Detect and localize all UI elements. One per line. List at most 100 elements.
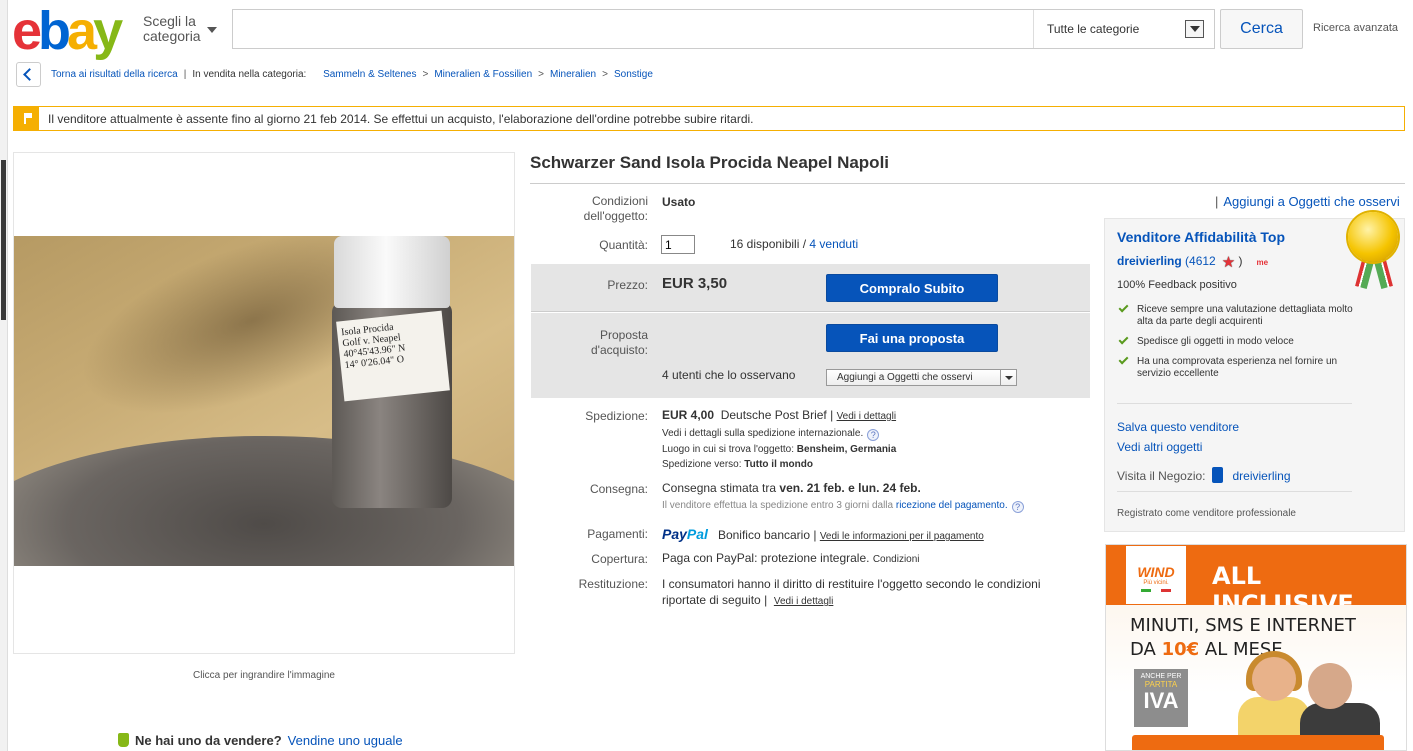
delivery-estimate: Consegna stimata tra ven. 21 feb. e lun.… [662,481,921,495]
store-icon [1211,467,1223,483]
shipping-line: EUR 4,00 Deutsche Post Brief | Vedi i de… [662,408,897,422]
coverage-label: Copertura: [591,552,648,566]
sell-similar-link[interactable]: Vendine uno uguale [288,733,403,748]
category-button-line1: Scegli la [143,13,196,29]
jar-label: Isola Procida Golf v. Neapel 40°45'43.96… [336,310,450,402]
ebay-logo[interactable]: ebay [12,4,123,58]
image-caption: Clicca per ingrandire l'immagine [193,670,335,681]
sold-link[interactable]: 4 venduti [809,237,858,251]
other-items-link[interactable]: Vedi altri oggetti [1117,440,1202,454]
ships-to: Spedizione verso: Tutto il mondo [662,459,813,470]
window-left-edge [0,0,8,751]
star-icon: ★ [1221,254,1236,271]
back-to-results-link[interactable]: Torna ai risultati della ricerca [51,69,178,80]
list-item: Ha una comprovata esperienza nel fornire… [1117,354,1357,380]
watchers-count: 4 utenti che lo osservano [662,368,796,382]
payment-methods: PayPal Bonifico bancario | Vedi le infor… [662,526,984,542]
search-button[interactable]: Cerca [1220,9,1303,49]
quantity-label: Quantità: [599,238,648,252]
list-item: Riceve sempre una valutazione dettagliat… [1117,302,1357,328]
category-select-value: Tutte le categorie [1047,22,1140,36]
international-shipping: Vedi i dettagli sulla spedizione interna… [662,428,880,441]
ad-cta-button[interactable] [1132,735,1384,750]
coverage-conditions-link[interactable]: Condizioni [873,554,920,565]
offer-label: Proposta d'acquisto: [591,328,648,357]
returns-details-link[interactable]: Vedi i dettagli [774,596,834,607]
paypal-logo: PayPal [662,526,708,542]
payment-receipt-link[interactable]: ricezione del pagamento. [896,500,1008,511]
ad-people-image [1236,651,1396,747]
divider [1117,403,1352,404]
ad-badge: ANCHE PER PARTITA IVA [1134,669,1188,727]
divider [1117,491,1352,492]
breadcrumb-prefix: In vendita nella categoria: [192,69,307,80]
professional-seller-note: Registrato come venditore professionale [1117,508,1296,519]
returns-label: Restituzione: [578,577,648,591]
seller-highlights: Riceve sempre una valutazione dettagliat… [1117,302,1357,388]
advertisement[interactable]: WIND Più vicini. ALL INCLUSIVE MINUTI, SM… [1105,544,1407,751]
scrollbar-thumb[interactable] [1,160,6,320]
make-offer-button[interactable]: Fai una proposta [826,324,998,352]
shipping-label: Spedizione: [585,409,648,423]
list-item: Spedisce gli oggetti in modo veloce [1117,334,1357,348]
returns-value: I consumatori hanno il diritto di restit… [662,577,1041,607]
positive-feedback: 100% Feedback positivo [1117,279,1237,291]
save-seller-link[interactable]: Salva questo venditore [1117,420,1239,434]
divider [530,183,1405,184]
shipping-service: Deutsche Post Brief [720,408,827,422]
top-rated-medal-icon [1345,212,1401,292]
watch-link-row: | Aggiungi a Oggetti che osservi [1215,194,1400,209]
category-select[interactable]: Tutte le categorie [1033,10,1214,48]
price-value: EUR 3,50 [662,275,728,292]
seller-name-row: dreivierling (4612 ★ ) me [1117,254,1269,271]
delivery-note: Il venditore effettua la spedizione entr… [662,500,1024,513]
item-location: Luogo in cui si trova l'oggetto: Benshei… [662,444,897,455]
coverage-value: Paga con PayPal: protezione integrale. C… [662,551,920,565]
breadcrumb-item-sammeln[interactable]: Sammeln & Seltenes [323,69,416,80]
add-to-watchlist-link[interactable]: Aggiungi a Oggetti che osservi [1223,194,1399,209]
condition-value: Usato [662,195,696,209]
feedback-score-link[interactable]: (4612 [1185,254,1216,268]
buy-it-now-button[interactable]: Compralo Subito [826,274,998,302]
delivery-label: Consegna: [589,482,648,496]
ad-line1: MINUTI, SMS E INTERNET [1130,615,1356,636]
item-photo[interactable]: Isola Procida Golf v. Neapel 40°45'43.96… [14,236,514,566]
jar-cap [334,236,450,308]
notice-text: Il venditore attualmente è assente fino … [48,112,754,126]
breadcrumb-item-mineralien[interactable]: Mineralien [550,69,596,80]
dropdown-arrow-icon[interactable] [1185,20,1204,38]
check-icon [1118,302,1129,313]
help-icon[interactable]: ? [1011,501,1024,513]
quantity-input[interactable] [661,235,695,254]
price-label: Prezzo: [607,278,648,292]
item-title: Schwarzer Sand Isola Procida Neapel Napo… [530,153,890,172]
seller-name-link[interactable]: dreivierling [1117,254,1182,268]
watch-dropdown[interactable]: Aggiungi a Oggetti che osservi [826,369,1017,386]
store-link[interactable]: dreivierling [1233,469,1291,483]
shipping-details-link[interactable]: Vedi i dettagli [837,411,897,422]
back-arrow-icon[interactable] [16,62,41,87]
category-button-line2: categoria [143,28,201,44]
advanced-search-link[interactable]: Ricerca avanzata [1313,22,1398,34]
breadcrumb-item-mineralien-fossilien[interactable]: Mineralien & Fossilien [434,69,532,80]
flag-icon [14,107,39,130]
tag-icon [118,733,129,747]
dropdown-arrow-icon[interactable] [1000,370,1016,385]
breadcrumb-item-sonstige[interactable]: Sonstige [614,69,653,80]
help-icon[interactable]: ? [867,429,880,441]
breadcrumb: Torna ai risultati della ricerca | In vend… [51,69,653,80]
chevron-down-icon [207,27,217,33]
check-icon [1118,334,1129,345]
payment-label: Pagamenti: [587,527,648,541]
top-rated-seller-title: Venditore Affidabilità Top [1117,229,1285,245]
availability: 16 disponibili / 4 venduti [730,237,859,251]
check-icon [1118,354,1129,365]
me-icon: me [1256,258,1269,267]
payment-info-link[interactable]: Vedi le informazioni per il pagamento [820,531,984,542]
store-row: Visita il Negozio: dreivierling [1117,467,1291,483]
shipping-price: EUR 4,00 [662,408,715,422]
wind-logo: WIND Più vicini. [1126,546,1186,604]
seller-away-notice: Il venditore attualmente è assente fino … [13,106,1405,131]
category-button[interactable]: Scegli la categoria [143,13,217,44]
sell-similar: Ne hai uno da vendere? Vendine uno uguale [118,733,403,748]
